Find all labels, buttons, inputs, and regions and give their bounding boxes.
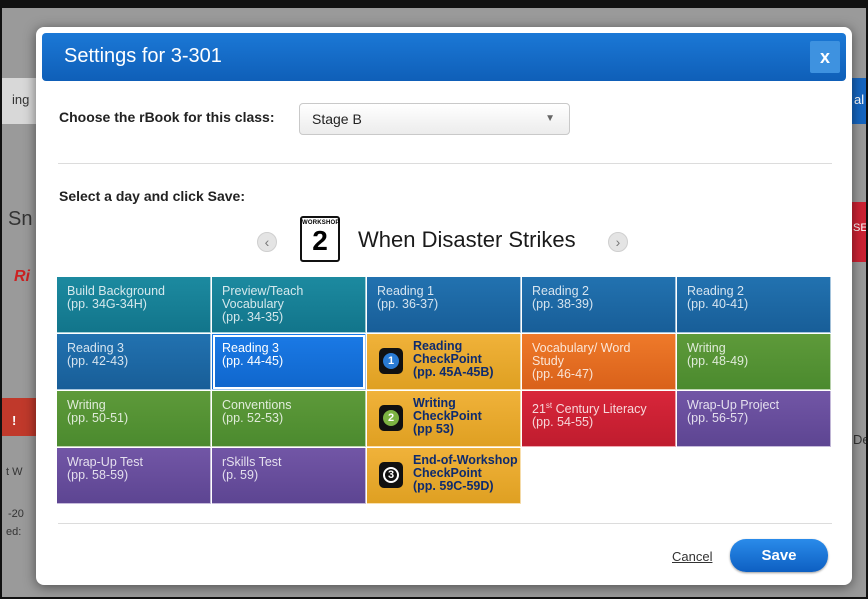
bg-fragment: al [854,92,865,107]
rbook-selected-value: Stage B [312,111,362,127]
workshop-title: When Disaster Strikes [358,227,576,252]
day-tile[interactable]: Conventions (pp. 52-53) [212,391,366,447]
tile-text: Writing CheckPoint (pp 53) [413,397,519,436]
day-tile[interactable]: Build Background (pp. 34G-34H) [57,277,211,333]
tile-text: Preview/Teach Vocabulary (pp. 34-35) [222,285,355,324]
save-button[interactable]: Save [730,539,828,572]
day-tile[interactable]: Preview/Teach Vocabulary (pp. 34-35) [212,277,366,333]
tile-text: 21st Century Literacy (pp. 54-55) [532,399,665,429]
day-tile[interactable]: Reading 3 (pp. 44-45) [212,334,366,390]
tile-pages: (pp. 34-35) [222,310,284,324]
bg-fragment: ing [12,92,30,107]
divider [58,523,832,524]
tile-title: Vocabulary/ Word Study [532,341,631,368]
rbook-label: Choose the rBook for this class: [59,109,275,125]
modal-header: Settings for 3-301 x [42,33,846,81]
tile-pages: (pp. 34G-34H) [67,297,147,311]
tile-pages: (pp. 38-39) [532,297,594,311]
tile-text: Build Background (pp. 34G-34H) [67,285,200,311]
day-tile[interactable]: Writing (pp. 50-51) [57,391,211,447]
tile-text: Conventions (pp. 52-53) [222,399,355,425]
day-tile[interactable]: Wrap-Up Test (pp. 58-59) [57,448,211,504]
tile-text: Reading 3 (pp. 42-43) [67,342,200,368]
tile-pages: (pp. 58-59) [67,468,129,482]
tile-text: Writing (pp. 48-49) [687,342,820,368]
tile-title: Preview/Teach Vocabulary [222,284,304,311]
day-tile[interactable]: Reading 3 (pp. 42-43) [57,334,211,390]
tile-title: Reading CheckPoint [413,339,482,366]
modal-title: Settings for 3-301 [64,45,222,67]
tile-pages: (pp. 40-41) [687,297,749,311]
alert-icon: ! [12,413,17,428]
day-tile[interactable]: rSkills Test (p. 59) [212,448,366,504]
tile-title: Writing CheckPoint [413,396,482,423]
day-tile[interactable]: Reading 2 (pp. 40-41) [677,277,831,333]
tile-text: Reading 2 (pp. 38-39) [532,285,665,311]
day-tile[interactable]: 1 Reading CheckPoint (pp. 45A-45B) [367,334,521,390]
chevron-right-icon[interactable]: › [608,232,628,252]
workshop-number: 2 [312,225,328,256]
tile-text: End-of-Workshop CheckPoint (pp. 59C-59D) [413,454,519,493]
tile-text: Wrap-Up Project (pp. 56-57) [687,399,820,425]
tile-text: Writing (pp. 50-51) [67,399,200,425]
bg-fragment: De [853,432,868,447]
tile-text: rSkills Test (p. 59) [222,456,355,482]
tile-pages: (pp. 46-47) [532,367,594,381]
tile-text: Reading CheckPoint (pp. 45A-45B) [413,340,519,379]
cancel-button[interactable]: Cancel [672,549,712,564]
tile-text: Vocabulary/ Word Study (pp. 46-47) [532,342,665,381]
workshop-badge: WORKSHOP 2 [300,216,340,262]
chevron-down-icon: ▼ [545,113,555,124]
tile-title: End-of-Workshop CheckPoint [413,453,518,480]
bg-fragment: ed: [6,526,22,538]
tile-text: Reading 1 (pp. 36-37) [377,285,510,311]
tile-pages: (pp. 44-45) [222,354,284,368]
tile-pages: (pp. 54-55) [532,415,594,430]
bg-fragment: -20 [8,508,24,520]
tile-pages: (pp. 48-49) [687,354,749,368]
rbook-select[interactable]: Stage B ▼ [299,103,570,135]
tile-pages: (pp. 45A-45B) [413,365,494,379]
checkpoint-2-icon: 2 [379,405,403,431]
bg-fragment: Ri [14,268,30,285]
tile-title: 21st Century Literacy [532,401,647,417]
day-tile[interactable]: Vocabulary/ Word Study (pp. 46-47) [522,334,676,390]
tile-pages: (pp. 50-51) [67,411,129,425]
checkpoint-1-icon: 1 [379,348,403,374]
tile-text: Reading 2 (pp. 40-41) [687,285,820,311]
day-tile[interactable]: 3 End-of-Workshop CheckPoint (pp. 59C-59D) [367,448,521,504]
bg-fragment: Sn [8,208,33,230]
divider [58,163,832,164]
bg-alert-strip [0,398,36,436]
close-button[interactable]: x [810,41,840,73]
chevron-left-icon[interactable]: ‹ [257,232,277,252]
tile-pages: (pp. 59C-59D) [413,479,494,493]
day-tile[interactable]: 2 Writing CheckPoint (pp 53) [367,391,521,447]
tile-pages: (pp. 52-53) [222,411,284,425]
tile-pages: (p. 59) [222,468,259,482]
day-tile[interactable]: Wrap-Up Project (pp. 56-57) [677,391,831,447]
tile-pages: (pp 53) [413,422,454,436]
tile-pages: (pp. 56-57) [687,411,749,425]
day-select-label: Select a day and click Save: [59,188,245,204]
bg-fragment: SE [853,222,868,234]
tile-text: Wrap-Up Test (pp. 58-59) [67,456,200,482]
settings-modal: Settings for 3-301 x Choose the rBook fo… [36,27,852,585]
tile-pages: (pp. 42-43) [67,354,129,368]
checkpoint-3-icon: 3 [379,462,403,488]
tile-text: Reading 3 (pp. 44-45) [222,342,355,368]
tile-pages: (pp. 36-37) [377,297,439,311]
day-tile[interactable]: 21st Century Literacy (pp. 54-55) [522,391,676,447]
day-tile[interactable]: Reading 2 (pp. 38-39) [522,277,676,333]
day-tile[interactable]: Writing (pp. 48-49) [677,334,831,390]
bg-fragment: t W [6,466,23,478]
day-tile[interactable]: Reading 1 (pp. 36-37) [367,277,521,333]
